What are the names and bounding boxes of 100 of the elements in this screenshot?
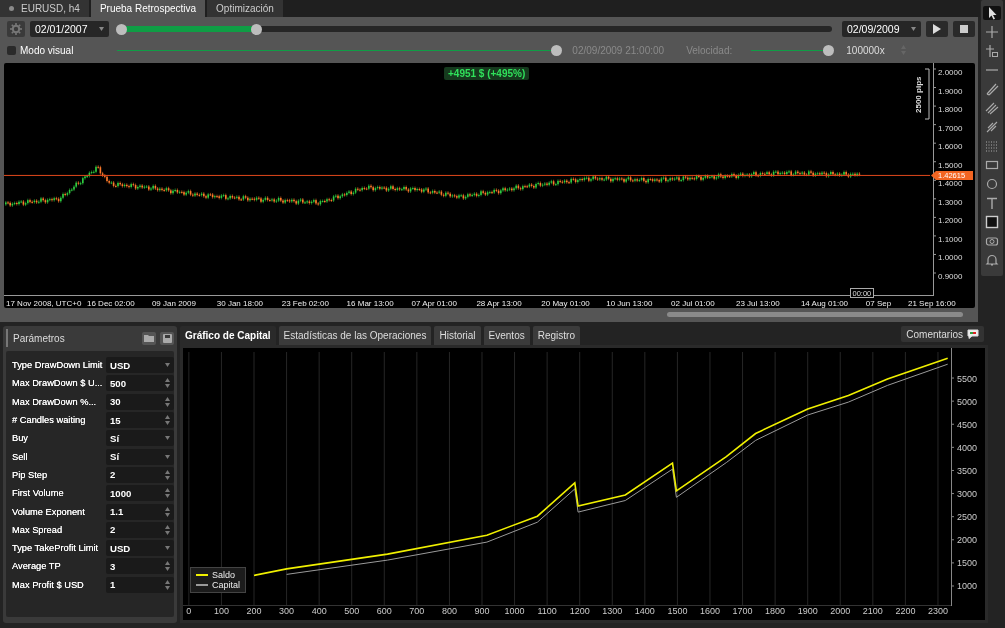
parameter-input[interactable]: 30 — [106, 393, 174, 410]
axis-label: 1.0000 — [938, 253, 963, 263]
axis-label: 2100 — [862, 606, 883, 616]
axis-label: 200 — [246, 606, 262, 616]
stop-icon — [960, 25, 968, 33]
axis-label: 400 — [311, 606, 327, 616]
save-button[interactable] — [160, 331, 174, 345]
parameter-dropdown[interactable]: USD — [106, 540, 174, 557]
tab[interactable]: Historial — [434, 326, 481, 345]
axis-label: 1500 — [667, 606, 688, 616]
parameter-input[interactable]: 500 — [106, 375, 174, 392]
caret-icon — [99, 27, 104, 31]
axis-label: 300 — [279, 606, 295, 616]
spinner-arrows-icon — [165, 469, 170, 480]
play-button[interactable] — [926, 21, 948, 37]
crosshair-icon[interactable] — [985, 25, 999, 39]
parameter-label: Type DrawDown Limit — [12, 360, 104, 371]
parameter-label: Type TakeProfit Limit — [12, 543, 100, 554]
square-icon[interactable] — [985, 215, 999, 229]
axis-label: 21 Sep 16:00 — [908, 299, 956, 308]
date-dropdown[interactable]: 02/09/2009 — [842, 21, 921, 37]
axis-label: 4000 — [957, 442, 978, 453]
tab[interactable]: Estadísticas de las Operaciones — [278, 326, 432, 345]
spinner-arrows-icon — [165, 524, 170, 535]
camera-icon[interactable] — [985, 234, 999, 248]
axis-label: 1800 — [765, 606, 786, 616]
bell-icon[interactable] — [985, 253, 999, 267]
axis-label: 1.6000 — [938, 142, 963, 152]
circle-icon[interactable] — [985, 177, 999, 191]
scale-label: 2500 pips — [914, 76, 923, 113]
tab[interactable]: Eventos — [483, 326, 530, 345]
speech-bubble-icon — [967, 329, 979, 339]
axis-label: 1300 — [602, 606, 623, 616]
parameter-input[interactable]: 1000 — [106, 485, 174, 502]
parameter-input[interactable]: 1 — [106, 576, 174, 593]
parameter-label: Max Profit $ USD — [12, 579, 85, 590]
axis-label: 28 Apr 13:00 — [476, 299, 522, 308]
parameter-input[interactable]: 2 — [106, 466, 174, 483]
axis-label: 16 Mar 13:00 — [346, 299, 394, 308]
spinner-arrows-icon — [165, 415, 170, 426]
axis-label: 1.2000 — [938, 216, 963, 226]
axis-label: 16 Dec 02:00 — [87, 299, 135, 308]
axis-label: 1500 — [957, 558, 978, 569]
crosshair-box-icon[interactable] — [985, 44, 999, 58]
axis-label: 09 Jan 2009 — [151, 299, 196, 308]
rectangle-icon[interactable] — [985, 158, 999, 172]
caret-icon — [165, 546, 170, 551]
parameter-label: First Volume — [12, 488, 65, 499]
axis-label: 1600 — [699, 606, 720, 616]
axis-label: 17 Nov 2008, UTC+0 — [6, 299, 82, 308]
parameter-label: Max Spread — [12, 524, 64, 535]
play-icon — [933, 24, 941, 34]
axis-label: 1.4000 — [938, 179, 963, 189]
axis-label: 4500 — [957, 419, 978, 430]
legend-label: Capital — [212, 580, 240, 590]
checkbox[interactable] — [7, 45, 16, 55]
pencil-icon[interactable] — [985, 82, 999, 96]
text-tool-icon[interactable] — [985, 196, 999, 210]
axis-label: 700 — [409, 606, 425, 616]
tab[interactable]: Gráfico de Capital — [180, 326, 276, 345]
date-dropdown[interactable]: 02/01/2007 — [30, 21, 109, 37]
stop-button[interactable] — [953, 21, 975, 37]
comments-button[interactable]: Comentarios — [901, 326, 984, 342]
axis-label: 10 Jun 13:00 — [606, 299, 653, 308]
fork-icon[interactable] — [985, 120, 999, 134]
parameter-input[interactable]: 1.1 — [106, 503, 174, 520]
axis-label: 07 Apr 01:00 — [411, 299, 457, 308]
axis-label: 1100 — [537, 606, 557, 616]
channel-icon[interactable] — [985, 101, 999, 115]
parameter-dropdown[interactable]: Sí — [106, 448, 174, 465]
axis-label: 2200 — [895, 606, 916, 616]
axis-label: 1700 — [732, 606, 753, 616]
axis-label: 1.3000 — [938, 197, 963, 207]
scrollbar-thumb[interactable] — [667, 312, 963, 317]
settings-icon — [10, 23, 22, 35]
parameter-input[interactable]: 15 — [106, 412, 174, 429]
tab[interactable]: EURUSD, h4 — [0, 0, 89, 17]
axis-label: 1.8000 — [938, 105, 963, 115]
parameter-label: Buy — [12, 433, 30, 444]
tab[interactable]: Prueba Retrospectiva — [90, 0, 206, 17]
settings-button[interactable] — [7, 21, 25, 37]
spinner-arrows-icon — [165, 506, 170, 517]
axis-label: 2300 — [927, 606, 948, 616]
caret-icon — [911, 27, 916, 31]
tab[interactable]: Registro — [532, 326, 580, 345]
axis-label: 2000 — [830, 606, 851, 616]
caret-icon — [165, 363, 170, 368]
parameter-input[interactable]: 2 — [106, 521, 174, 538]
parameter-label: Sell — [12, 451, 29, 462]
axis-label: 30 Jan 18:00 — [216, 299, 264, 308]
parameter-dropdown[interactable]: USD — [106, 357, 174, 374]
parameter-dropdown[interactable]: Sí — [106, 430, 174, 447]
axis-label: 900 — [474, 606, 490, 616]
axis-label: 100 — [213, 606, 229, 616]
tab[interactable]: Optimización — [207, 0, 283, 17]
axis-label: 5500 — [957, 373, 978, 384]
open-button[interactable] — [142, 331, 156, 345]
spinner-arrows-icon — [165, 579, 170, 590]
parameter-input[interactable]: 3 — [106, 558, 174, 575]
parameter-label: Max DrawDown %... — [12, 396, 98, 407]
